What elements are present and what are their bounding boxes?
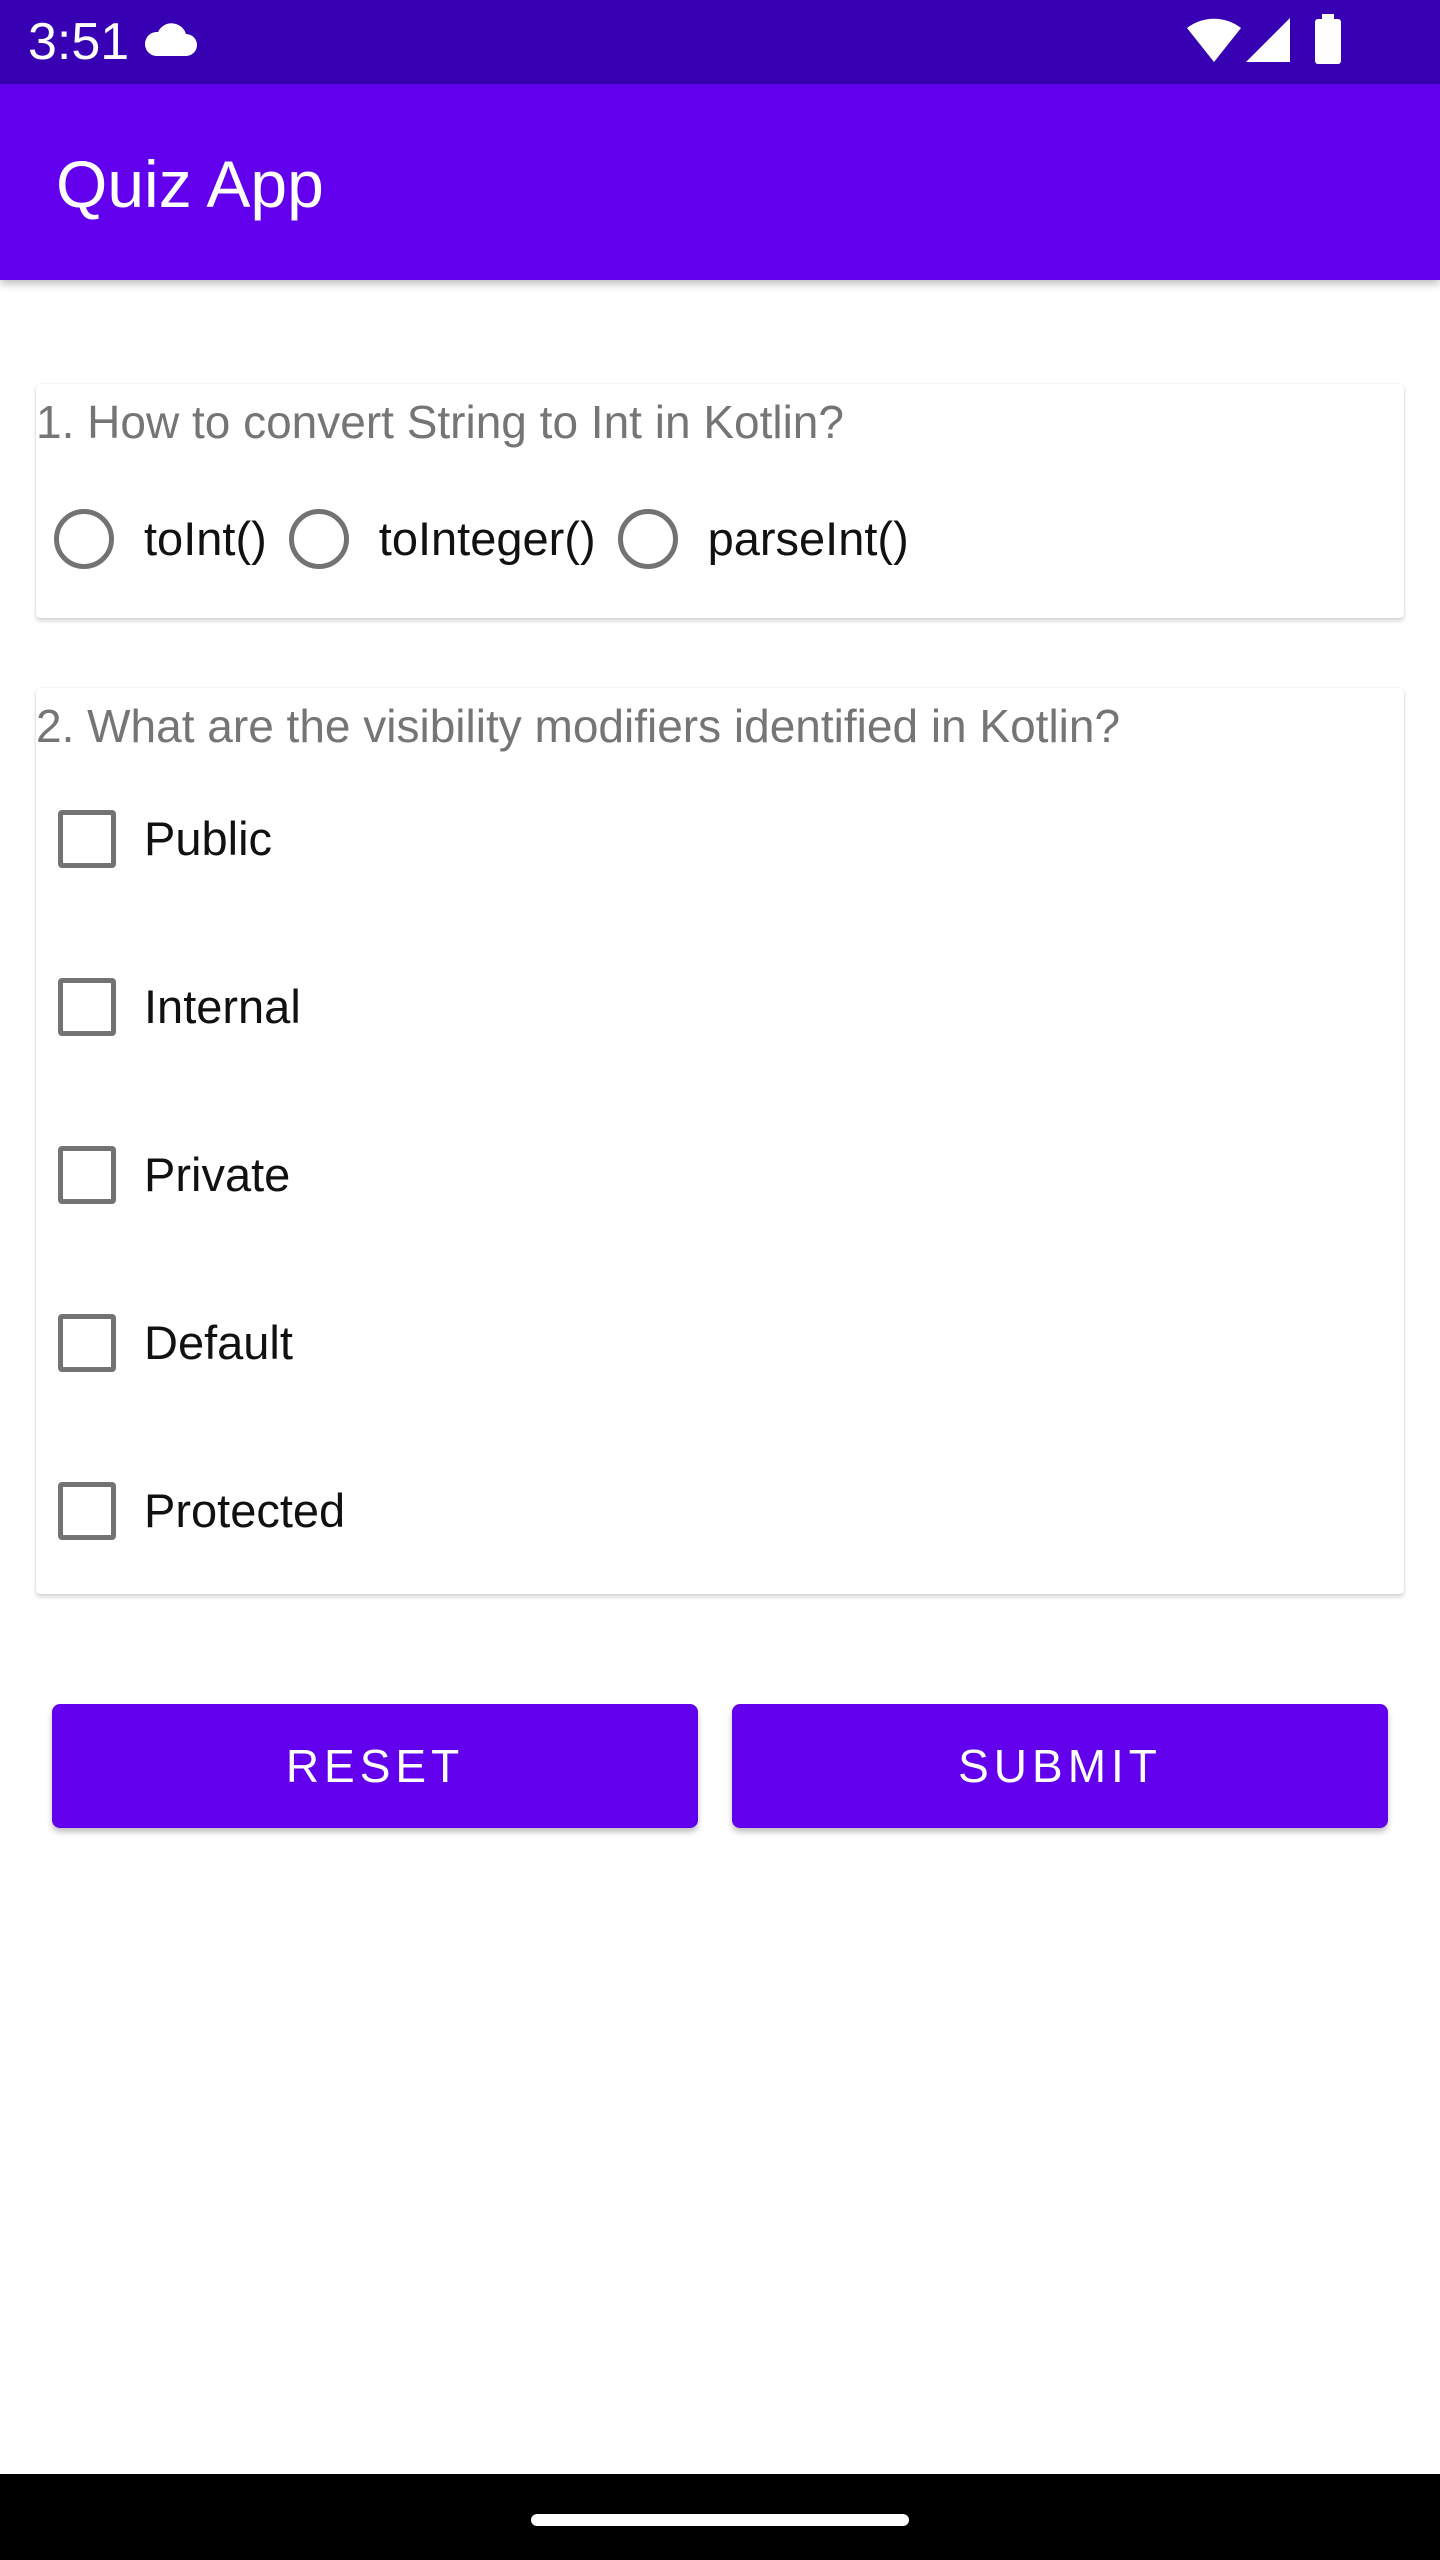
- checkbox-option-private[interactable]: Private: [54, 1130, 290, 1220]
- home-handle[interactable]: [531, 2514, 909, 2526]
- question-1-radio-group: toInt() toInteger() parseInt(): [54, 494, 931, 584]
- radio-option-tointeger[interactable]: toInteger(): [288, 494, 618, 584]
- screen: 3:51 Quiz App 1. How to convert String t…: [0, 0, 1440, 2560]
- status-time: 3:51: [28, 13, 130, 71]
- question-2-text: 2. What are the visibility modifiers ide…: [36, 700, 1121, 752]
- checkbox[interactable]: [58, 1482, 116, 1540]
- app-title: Quiz App: [56, 147, 324, 221]
- radio-button[interactable]: [288, 509, 349, 569]
- question-2-card: 2. What are the visibility modifiers ide…: [36, 688, 1404, 1594]
- question-1-text: 1. How to convert String to Int in Kotli…: [36, 396, 844, 448]
- checkbox[interactable]: [58, 810, 116, 868]
- checkbox-label: Private: [144, 1148, 291, 1201]
- app-bar: Quiz App: [0, 84, 1440, 280]
- checkbox-label: Protected: [144, 1484, 346, 1537]
- battery-icon: [1315, 14, 1341, 64]
- radio-option-toint[interactable]: toInt(): [54, 494, 289, 584]
- checkbox-option-default[interactable]: Default: [54, 1298, 293, 1388]
- checkbox[interactable]: [58, 978, 116, 1036]
- checkbox[interactable]: [58, 1314, 116, 1372]
- navigation-bar: [0, 2474, 1440, 2560]
- status-bar: 3:51: [0, 0, 1440, 84]
- radio-button[interactable]: [617, 509, 678, 569]
- radio-label: parseInt(): [707, 512, 909, 565]
- checkbox-label: Internal: [144, 980, 301, 1033]
- checkbox-option-public[interactable]: Public: [54, 794, 272, 884]
- reset-button[interactable]: RESET: [52, 1704, 698, 1828]
- radio-label: toInt(): [144, 512, 267, 565]
- cloud-icon: [144, 23, 197, 56]
- checkbox-label: Default: [144, 1316, 293, 1369]
- radio-button[interactable]: [54, 509, 114, 569]
- submit-button[interactable]: SUBMIT: [732, 1704, 1388, 1828]
- checkbox-option-protected[interactable]: Protected: [54, 1466, 345, 1556]
- wifi-icon: [1187, 18, 1241, 63]
- radio-label: toInteger(): [378, 512, 596, 565]
- checkbox-option-internal[interactable]: Internal: [54, 962, 301, 1052]
- question-1-card: 1. How to convert String to Int in Kotli…: [36, 384, 1404, 618]
- signal-icon: [1246, 18, 1290, 62]
- checkbox-label: Public: [144, 812, 273, 865]
- radio-option-parseint[interactable]: parseInt(): [617, 494, 931, 584]
- checkbox[interactable]: [58, 1146, 116, 1204]
